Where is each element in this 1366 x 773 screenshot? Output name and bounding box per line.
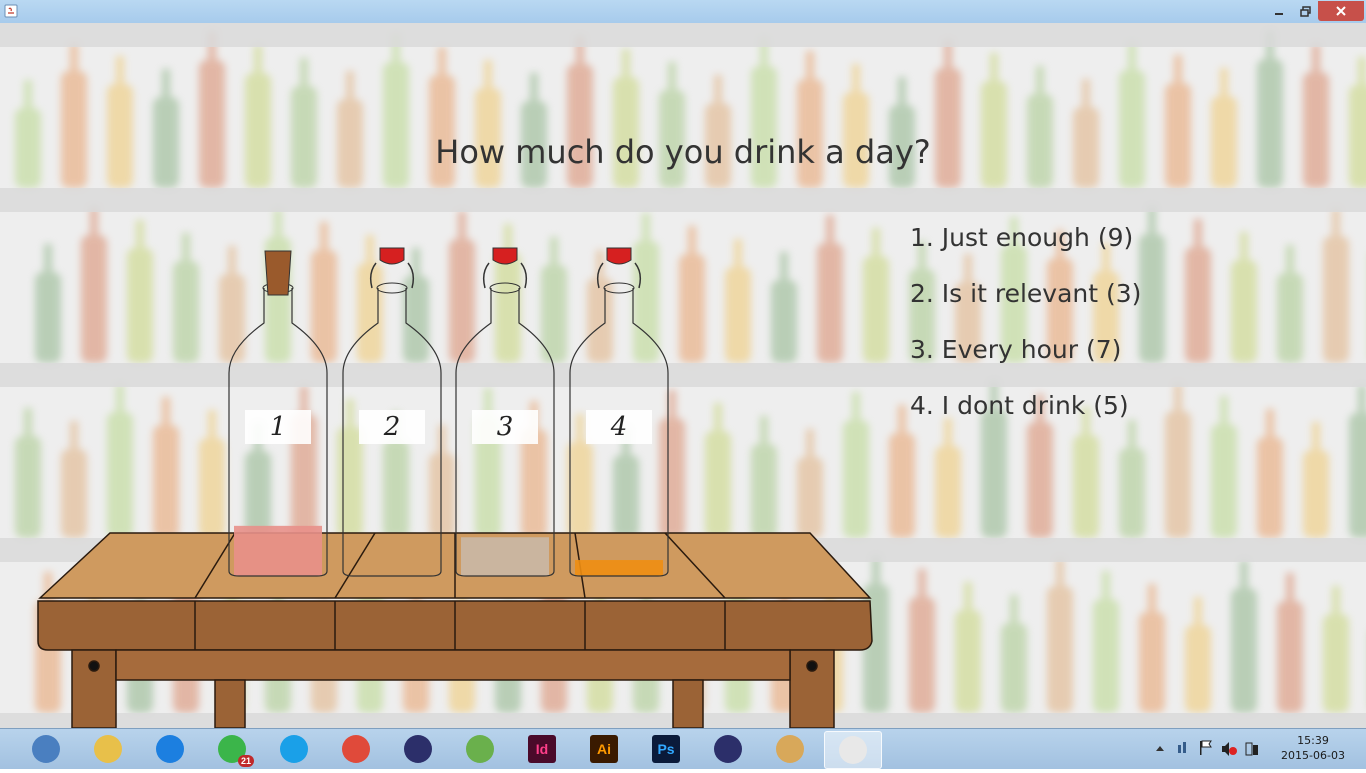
minimize-icon — [1275, 13, 1283, 15]
indesign-icon: Id — [528, 735, 556, 763]
taskbar-button-java[interactable] — [824, 731, 882, 769]
swing-top-stopper-icon — [379, 247, 405, 265]
wooden-table — [37, 532, 873, 728]
power-icon — [1245, 742, 1258, 756]
skype-icon — [280, 735, 308, 763]
bottle-2[interactable]: 2 — [342, 247, 442, 577]
photoshop-icon: Ps — [652, 735, 680, 763]
taskbar-button-eclipse[interactable] — [390, 731, 446, 767]
file-explorer-icon — [94, 735, 122, 763]
taskbar-clock[interactable]: 15:39 2015-06-03 — [1270, 733, 1356, 763]
taskbar-button-android-studio[interactable] — [452, 731, 508, 767]
action-center-flag-icon — [1200, 740, 1212, 755]
answer-option[interactable]: 3. Every hour (7) — [910, 333, 1141, 389]
android-studio-icon — [466, 735, 494, 763]
taskbar-button-indesign[interactable]: Id — [514, 731, 570, 767]
taskbar-button-dropbox[interactable] — [142, 731, 198, 767]
cork-stopper-icon — [264, 250, 292, 296]
notification-badge: 21 — [237, 755, 254, 767]
taskbar-button-paint[interactable] — [762, 731, 818, 767]
taskbar-button-chrome[interactable] — [328, 731, 384, 767]
swing-top-stopper-icon — [492, 247, 518, 265]
answer-option[interactable]: 1. Just enough (9) — [910, 221, 1141, 277]
eclipse-icon — [404, 735, 432, 763]
eclipse-icon — [714, 735, 742, 763]
table-scene: 1 2 3 4 — [37, 247, 873, 728]
swing-top-stopper-icon — [606, 247, 632, 265]
answer-options-list: 1. Just enough (9) 2. Is it relevant (3)… — [910, 221, 1141, 445]
bottle-1[interactable]: 1 — [228, 250, 328, 577]
control-panel-icon — [32, 735, 60, 763]
survey-canvas: 1 2 3 4 How much do you drink a day? 1. Jus… — [0, 23, 1366, 728]
close-icon — [1336, 6, 1346, 16]
bottle-4[interactable]: 4 — [569, 247, 669, 577]
network-icon — [1178, 742, 1186, 753]
taskbar-button-file-explorer[interactable] — [80, 731, 136, 767]
taskbar-button-spotify[interactable]: 21 — [204, 731, 260, 767]
paint-icon — [776, 735, 804, 763]
spotify-icon: 21 — [218, 735, 254, 767]
chrome-icon — [342, 735, 370, 763]
java-icon — [839, 736, 867, 764]
taskbar-button-photoshop[interactable]: Ps — [638, 731, 694, 767]
bottle-number: 3 — [497, 412, 514, 442]
windows-taskbar: 21 Id Ai Ps 15:39 2015-06-03 — [0, 728, 1366, 769]
taskbar-button-eclipse[interactable] — [700, 731, 756, 767]
bottle-number: 1 — [270, 412, 287, 442]
answer-option[interactable]: 4. I dont drink (5) — [910, 389, 1141, 445]
taskbar-button-illustrator[interactable]: Ai — [576, 731, 632, 767]
minimize-button[interactable] — [1266, 1, 1292, 21]
clock-date: 2015-06-03 — [1281, 749, 1345, 762]
dropbox-icon — [156, 735, 184, 763]
survey-question: How much do you drink a day? — [435, 133, 931, 171]
bottle-liquid — [575, 560, 663, 576]
java-app-icon — [4, 4, 18, 18]
restore-button[interactable] — [1292, 1, 1318, 21]
bottle-3[interactable]: 3 — [455, 247, 555, 577]
restore-icon — [1299, 5, 1311, 17]
show-hidden-icons-icon — [1156, 746, 1164, 751]
window-titlebar — [0, 0, 1366, 24]
taskbar-button-control-panel[interactable] — [18, 731, 74, 767]
bottle-liquid — [234, 525, 322, 576]
close-button[interactable] — [1318, 1, 1364, 21]
volume-muted-icon — [1222, 742, 1237, 756]
bottle-liquid — [461, 537, 549, 576]
illustrator-icon: Ai — [590, 735, 618, 763]
bottle-number: 2 — [383, 412, 401, 442]
taskbar-button-skype[interactable] — [266, 731, 322, 767]
bottle-number: 4 — [610, 412, 628, 442]
answer-option[interactable]: 2. Is it relevant (3) — [910, 277, 1141, 333]
clock-time: 15:39 — [1297, 734, 1329, 747]
